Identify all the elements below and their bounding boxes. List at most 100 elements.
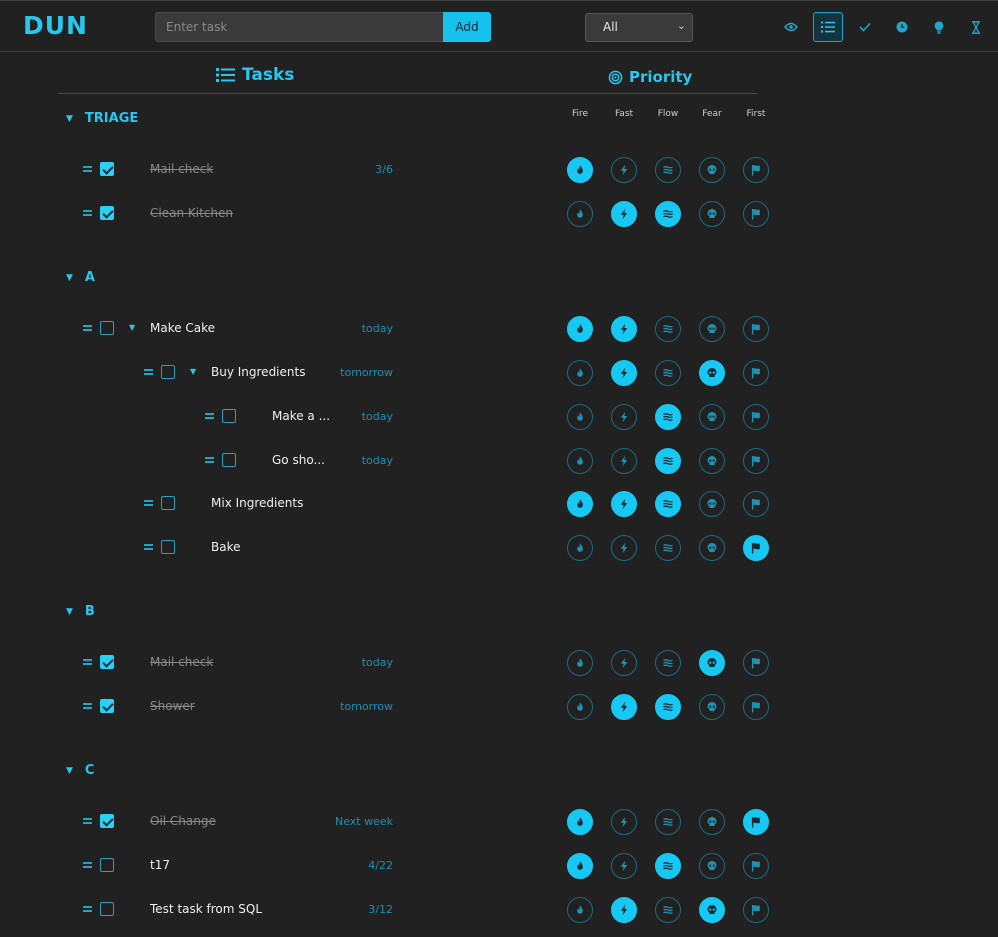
add-button[interactable]: Add bbox=[443, 12, 491, 42]
priority-toggle-flow[interactable] bbox=[655, 316, 681, 342]
task-name[interactable]: t17 bbox=[150, 858, 170, 872]
clock-view-button[interactable] bbox=[887, 12, 917, 42]
priority-toggle-fear[interactable] bbox=[699, 535, 725, 561]
priority-toggle-flow[interactable] bbox=[655, 404, 681, 430]
priority-toggle-fire[interactable] bbox=[567, 201, 593, 227]
task-name[interactable]: Oil Change bbox=[150, 814, 216, 828]
priority-toggle-flow[interactable] bbox=[655, 897, 681, 923]
priority-toggle-flow[interactable] bbox=[655, 694, 681, 720]
check-view-button[interactable] bbox=[850, 12, 880, 42]
priority-toggle-first[interactable] bbox=[743, 491, 769, 517]
priority-toggle-flow[interactable] bbox=[655, 809, 681, 835]
task-checkbox[interactable] bbox=[222, 409, 236, 423]
drag-handle-icon[interactable] bbox=[144, 368, 153, 376]
priority-toggle-flow[interactable] bbox=[655, 201, 681, 227]
priority-toggle-first[interactable] bbox=[743, 404, 769, 430]
priority-toggle-flow[interactable] bbox=[655, 360, 681, 386]
priority-toggle-fear[interactable] bbox=[699, 201, 725, 227]
drag-handle-icon[interactable] bbox=[205, 456, 214, 464]
drag-handle-icon[interactable] bbox=[83, 165, 92, 173]
group-header-triage[interactable]: ▼ TRIAGE bbox=[66, 111, 138, 126]
priority-toggle-fire[interactable] bbox=[567, 360, 593, 386]
priority-toggle-fast[interactable] bbox=[611, 809, 637, 835]
collapse-triangle-icon[interactable]: ▼ bbox=[66, 766, 73, 776]
task-name[interactable]: Shower bbox=[150, 699, 195, 713]
priority-toggle-fear[interactable] bbox=[699, 897, 725, 923]
hourglass-view-button[interactable] bbox=[961, 12, 991, 42]
priority-toggle-first[interactable] bbox=[743, 157, 769, 183]
task-checkbox[interactable] bbox=[161, 496, 175, 510]
priority-toggle-fear[interactable] bbox=[699, 650, 725, 676]
drag-handle-icon[interactable] bbox=[83, 817, 92, 825]
priority-toggle-fire[interactable] bbox=[567, 157, 593, 183]
priority-toggle-fast[interactable] bbox=[611, 448, 637, 474]
priority-toggle-fear[interactable] bbox=[699, 448, 725, 474]
priority-toggle-fast[interactable] bbox=[611, 650, 637, 676]
drag-handle-icon[interactable] bbox=[83, 905, 92, 913]
priority-toggle-flow[interactable] bbox=[655, 491, 681, 517]
drag-handle-icon[interactable] bbox=[83, 658, 92, 666]
task-name[interactable]: Mail check bbox=[150, 162, 213, 176]
priority-toggle-fear[interactable] bbox=[699, 157, 725, 183]
priority-toggle-fast[interactable] bbox=[611, 157, 637, 183]
eye-view-button[interactable] bbox=[776, 12, 806, 42]
drag-handle-icon[interactable] bbox=[83, 702, 92, 710]
priority-toggle-fear[interactable] bbox=[699, 360, 725, 386]
filter-select[interactable]: All ⌄ bbox=[585, 13, 693, 42]
priority-toggle-fire[interactable] bbox=[567, 404, 593, 430]
drag-handle-icon[interactable] bbox=[144, 543, 153, 551]
drag-handle-icon[interactable] bbox=[83, 209, 92, 217]
task-checkbox[interactable] bbox=[161, 365, 175, 379]
priority-toggle-first[interactable] bbox=[743, 535, 769, 561]
group-header-b[interactable]: ▼ B bbox=[66, 604, 95, 619]
task-name[interactable]: Bake bbox=[211, 540, 241, 554]
priority-toggle-fire[interactable] bbox=[567, 491, 593, 517]
drag-handle-icon[interactable] bbox=[144, 499, 153, 507]
list-view-button[interactable] bbox=[813, 12, 843, 42]
priority-toggle-first[interactable] bbox=[743, 448, 769, 474]
priority-toggle-fear[interactable] bbox=[699, 316, 725, 342]
priority-toggle-fear[interactable] bbox=[699, 491, 725, 517]
collapse-triangle-icon[interactable]: ▼ bbox=[66, 607, 73, 617]
priority-toggle-first[interactable] bbox=[743, 201, 769, 227]
priority-toggle-fire[interactable] bbox=[567, 448, 593, 474]
priority-toggle-fast[interactable] bbox=[611, 360, 637, 386]
group-header-c[interactable]: ▼ C bbox=[66, 763, 94, 778]
priority-toggle-fear[interactable] bbox=[699, 809, 725, 835]
group-header-a[interactable]: ▼ A bbox=[66, 270, 95, 285]
priority-toggle-flow[interactable] bbox=[655, 448, 681, 474]
priority-toggle-first[interactable] bbox=[743, 694, 769, 720]
priority-toggle-flow[interactable] bbox=[655, 535, 681, 561]
task-checkbox[interactable] bbox=[161, 540, 175, 554]
task-checkbox[interactable] bbox=[100, 814, 114, 828]
task-checkbox[interactable] bbox=[100, 902, 114, 916]
priority-toggle-fear[interactable] bbox=[699, 404, 725, 430]
priority-toggle-fear[interactable] bbox=[699, 694, 725, 720]
priority-toggle-flow[interactable] bbox=[655, 157, 681, 183]
task-checkbox[interactable] bbox=[100, 655, 114, 669]
priority-toggle-fast[interactable] bbox=[611, 316, 637, 342]
task-name[interactable]: Mix Ingredients bbox=[211, 496, 303, 510]
priority-toggle-fire[interactable] bbox=[567, 316, 593, 342]
priority-toggle-fast[interactable] bbox=[611, 491, 637, 517]
task-name[interactable]: Test task from SQL bbox=[150, 902, 262, 916]
priority-toggle-fast[interactable] bbox=[611, 201, 637, 227]
drag-handle-icon[interactable] bbox=[205, 412, 214, 420]
priority-toggle-fast[interactable] bbox=[611, 853, 637, 879]
task-checkbox[interactable] bbox=[100, 162, 114, 176]
lightbulb-view-button[interactable] bbox=[924, 12, 954, 42]
priority-toggle-fire[interactable] bbox=[567, 853, 593, 879]
priority-toggle-fast[interactable] bbox=[611, 535, 637, 561]
drag-handle-icon[interactable] bbox=[83, 324, 92, 332]
priority-toggle-fire[interactable] bbox=[567, 809, 593, 835]
priority-toggle-fire[interactable] bbox=[567, 650, 593, 676]
task-name[interactable]: Make Cake bbox=[150, 321, 215, 335]
task-checkbox[interactable] bbox=[100, 699, 114, 713]
priority-toggle-first[interactable] bbox=[743, 360, 769, 386]
priority-toggle-first[interactable] bbox=[743, 897, 769, 923]
priority-toggle-first[interactable] bbox=[743, 650, 769, 676]
task-checkbox[interactable] bbox=[222, 453, 236, 467]
priority-toggle-fire[interactable] bbox=[567, 897, 593, 923]
priority-toggle-fear[interactable] bbox=[699, 853, 725, 879]
priority-toggle-flow[interactable] bbox=[655, 853, 681, 879]
